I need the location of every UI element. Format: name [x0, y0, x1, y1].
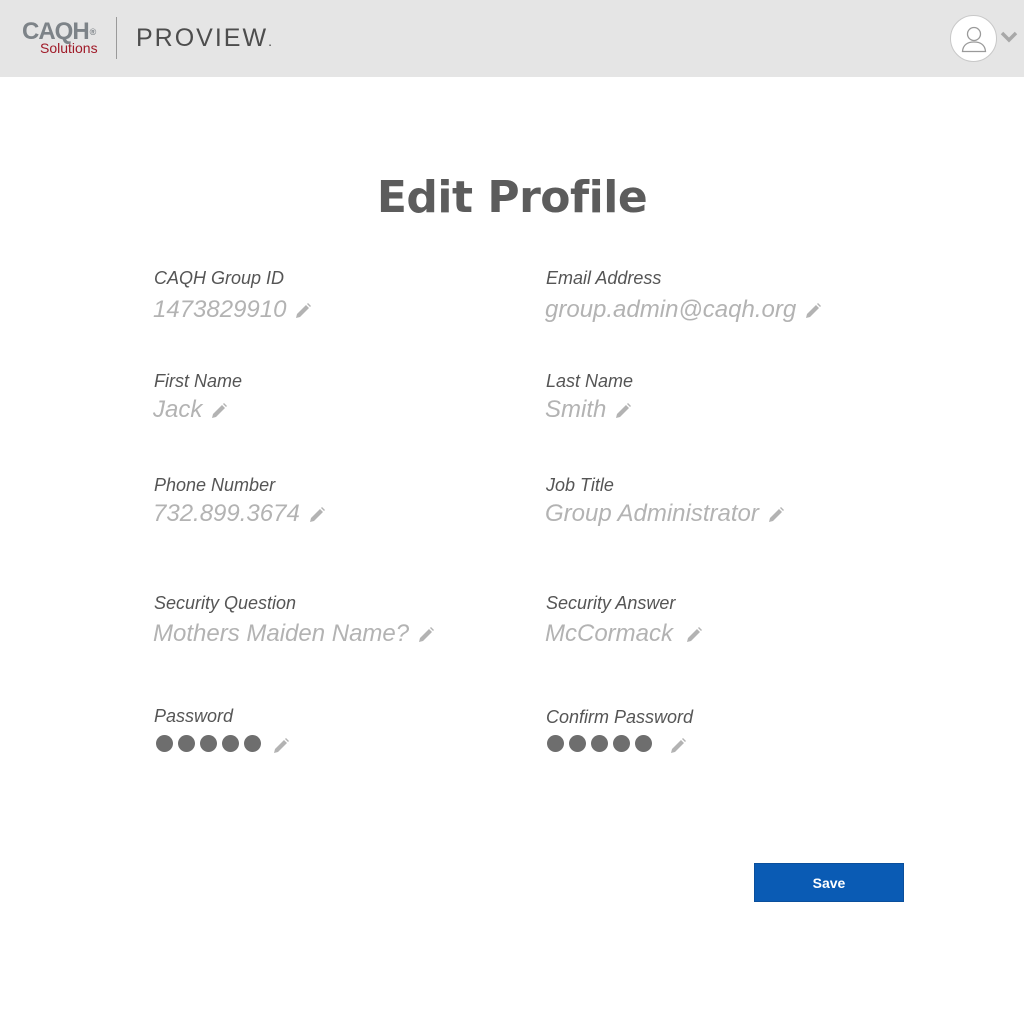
logo-divider	[116, 17, 117, 59]
first-name-field[interactable]: Jack	[153, 396, 228, 424]
job-title-field[interactable]: Group Administrator	[545, 500, 785, 528]
group-id-value: 1473829910	[153, 296, 287, 323]
password-dot	[569, 735, 586, 752]
confirm-password-field[interactable]	[547, 735, 687, 757]
caqh-logo-mark: ®	[89, 27, 97, 37]
last-name-field[interactable]: Smith	[545, 396, 632, 424]
solutions-logo-text: Solutions	[40, 40, 98, 56]
first-name-value: Jack	[153, 396, 203, 423]
email-label: Email Address	[546, 268, 662, 288]
pencil-icon[interactable]	[767, 506, 785, 524]
pencil-icon[interactable]	[804, 302, 822, 320]
password-label: Password	[154, 706, 234, 726]
pencil-icon[interactable]	[210, 402, 228, 420]
password-dot	[156, 735, 173, 752]
password-dot	[547, 735, 564, 752]
password-dot	[200, 735, 217, 752]
first-name-label: First Name	[154, 371, 243, 391]
email-value: group.admin@caqh.org	[545, 296, 797, 323]
email-field[interactable]: group.admin@caqh.org	[545, 296, 822, 324]
phone-label: Phone Number	[154, 475, 276, 495]
pencil-icon[interactable]	[294, 302, 312, 320]
pencil-icon[interactable]	[308, 506, 326, 524]
password-dot	[222, 735, 239, 752]
confirm-password-masked-value	[547, 735, 657, 757]
security-answer-value: McCormack	[545, 620, 674, 647]
pencil-icon[interactable]	[614, 402, 632, 420]
user-avatar-icon	[961, 26, 987, 53]
pencil-icon[interactable]	[669, 737, 687, 755]
last-name-value: Smith	[545, 396, 607, 423]
password-dot	[591, 735, 608, 752]
password-dot	[178, 735, 195, 752]
security-question-value: Mothers Maiden Name?	[153, 620, 410, 647]
password-dot	[244, 735, 261, 752]
top-navigation-bar: CAQH® Solutions PROVIEW.	[0, 0, 1024, 77]
proview-logo-text: PROVIEW	[136, 24, 269, 52]
security-answer-field[interactable]: McCormack	[545, 620, 703, 648]
save-button[interactable]: Save	[754, 863, 904, 902]
pencil-icon[interactable]	[685, 626, 703, 644]
job-title-label: Job Title	[546, 475, 614, 495]
pencil-icon[interactable]	[417, 626, 435, 644]
chevron-down-icon[interactable]	[1000, 30, 1018, 46]
proview-logo-mark: .	[268, 33, 272, 49]
proview-logo: PROVIEW.	[136, 24, 272, 53]
user-avatar-button[interactable]	[950, 15, 997, 62]
phone-value: 732.899.3674	[153, 500, 300, 527]
job-title-value: Group Administrator	[545, 500, 759, 527]
password-dot	[613, 735, 630, 752]
phone-field[interactable]: 732.899.3674	[153, 500, 326, 528]
security-answer-label: Security Answer	[546, 593, 676, 613]
security-question-label: Security Question	[154, 593, 297, 613]
password-masked-value	[156, 735, 266, 757]
pencil-icon[interactable]	[272, 737, 290, 755]
security-question-field[interactable]: Mothers Maiden Name?	[153, 620, 435, 648]
group-id-field[interactable]: 1473829910	[153, 296, 312, 324]
password-dot	[635, 735, 652, 752]
last-name-label: Last Name	[546, 371, 634, 391]
group-id-label: CAQH Group ID	[154, 268, 285, 288]
page-title: Edit Profile	[376, 172, 648, 223]
password-field[interactable]	[156, 735, 290, 757]
confirm-password-label: Confirm Password	[546, 707, 694, 727]
